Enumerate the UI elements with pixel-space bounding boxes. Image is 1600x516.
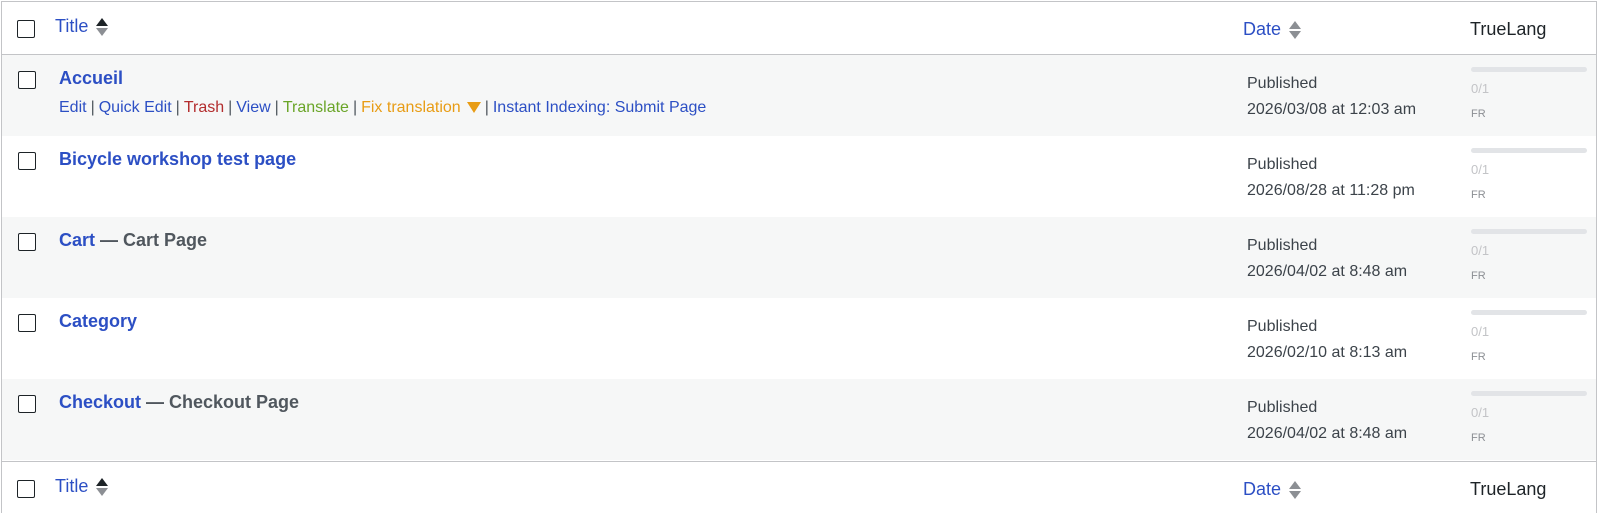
instant-indexing-link[interactable]: Instant Indexing: Submit Page: [493, 99, 706, 116]
translation-progress-bar: [1471, 391, 1587, 396]
sort-arrows-icon: [96, 477, 109, 496]
separator: |: [175, 99, 180, 116]
page-title-link[interactable]: Bicycle workshop test page: [59, 149, 296, 169]
pages-list-table: Title Date TrueLang Accueil Edit | Quick E…: [1, 1, 1597, 514]
translation-count: 0/1: [1471, 324, 1490, 339]
page-title-link[interactable]: Accueil: [59, 68, 123, 88]
publish-status: Published: [1247, 318, 1318, 335]
page-title-link[interactable]: Checkout: [59, 392, 141, 412]
translation-count: 0/1: [1471, 405, 1490, 420]
title-column-sort[interactable]: Title: [55, 16, 109, 37]
truelang-column-label: TrueLang: [1470, 479, 1547, 499]
trash-link[interactable]: Trash: [184, 99, 224, 116]
row-title: Category: [59, 311, 137, 332]
date-cell: Published 2026/02/10 at 8:13 am: [1247, 314, 1407, 366]
truelang-cell: 0/1 FR: [1471, 391, 1589, 444]
publish-status: Published: [1247, 75, 1318, 92]
separator: |: [484, 99, 489, 116]
truelang-cell: 0/1 FR: [1471, 67, 1589, 120]
publish-date: 2026/04/02 at 8:48 am: [1247, 263, 1408, 280]
truelang-cell: 0/1 FR: [1471, 229, 1589, 282]
row-checkbox[interactable]: [18, 71, 36, 89]
translate-link[interactable]: Translate: [283, 99, 349, 116]
date-column-label: Date: [1243, 19, 1282, 39]
select-all-checkbox[interactable]: [17, 480, 35, 498]
separator: |: [90, 99, 95, 116]
row-checkbox[interactable]: [18, 152, 36, 170]
row-title: Accueil: [59, 68, 123, 89]
language-code: FR: [1471, 432, 1486, 444]
table-header: Title Date TrueLang: [2, 2, 1596, 55]
title-column-label: Title: [55, 16, 89, 36]
translation-progress-bar: [1471, 310, 1587, 315]
publish-date: 2026/03/08 at 12:03 am: [1247, 101, 1417, 118]
view-link[interactable]: View: [236, 99, 270, 116]
date-cell: Published 2026/03/08 at 12:03 am: [1247, 71, 1416, 123]
sort-arrows-icon: [1289, 480, 1302, 499]
separator: |: [274, 99, 279, 116]
table-row: Cart — Cart Page Published 2026/04/02 at…: [2, 217, 1596, 298]
fix-translation-label: Fix translation: [361, 99, 461, 116]
page-state-label: — Checkout Page: [146, 392, 300, 412]
language-code: FR: [1471, 108, 1486, 120]
dropdown-triangle-icon: [466, 102, 481, 113]
date-cell: Published 2026/04/02 at 8:48 am: [1247, 395, 1407, 447]
translation-progress-bar: [1471, 229, 1587, 234]
language-code: FR: [1471, 189, 1486, 201]
publish-status: Published: [1247, 237, 1318, 254]
table-footer: Title Date TrueLang: [2, 461, 1596, 514]
date-column-sort[interactable]: Date: [1243, 19, 1302, 40]
row-checkbox[interactable]: [18, 233, 36, 251]
sort-arrows-icon: [96, 17, 109, 36]
date-cell: Published 2026/08/28 at 11:28 pm: [1247, 152, 1415, 204]
row-title: Cart — Cart Page: [59, 230, 207, 251]
row-checkbox[interactable]: [18, 395, 36, 413]
translation-count: 0/1: [1471, 243, 1490, 258]
translation-progress-bar: [1471, 67, 1587, 72]
publish-status: Published: [1247, 156, 1318, 173]
separator: |: [352, 99, 358, 116]
publish-date: 2026/08/28 at 11:28 pm: [1247, 182, 1415, 199]
row-title: Bicycle workshop test page: [59, 149, 296, 170]
table-row: Bicycle workshop test page Published 202…: [2, 136, 1596, 217]
row-title: Checkout — Checkout Page: [59, 392, 299, 413]
row-actions: Edit | Quick Edit | Trash | View | Translate | Fix…: [59, 99, 706, 117]
translation-count: 0/1: [1471, 81, 1490, 96]
truelang-cell: 0/1 FR: [1471, 310, 1589, 363]
page-title-link[interactable]: Cart: [59, 230, 95, 250]
fix-translation-link[interactable]: Fix translation: [361, 99, 481, 116]
publish-date: 2026/04/02 at 8:48 am: [1247, 425, 1408, 442]
table-row: Checkout — Checkout Page Published 2026/…: [2, 379, 1596, 460]
sort-arrows-icon: [1289, 20, 1302, 39]
row-checkbox[interactable]: [18, 314, 36, 332]
publish-status: Published: [1247, 399, 1318, 416]
edit-link[interactable]: Edit: [59, 99, 87, 116]
language-code: FR: [1471, 351, 1486, 363]
date-cell: Published 2026/04/02 at 8:48 am: [1247, 233, 1407, 285]
language-code: FR: [1471, 270, 1486, 282]
date-column-label: Date: [1243, 479, 1282, 499]
page-title-link[interactable]: Category: [59, 311, 137, 331]
truelang-column-label: TrueLang: [1470, 19, 1547, 39]
translation-progress-bar: [1471, 148, 1587, 153]
publish-date: 2026/02/10 at 8:13 am: [1247, 344, 1408, 361]
translation-count: 0/1: [1471, 162, 1490, 177]
page-state-label: — Cart Page: [100, 230, 208, 250]
title-column-label: Title: [55, 476, 89, 496]
table-row: Category Published 2026/02/10 at 8:13 am…: [2, 298, 1596, 379]
date-column-sort[interactable]: Date: [1243, 479, 1302, 500]
truelang-cell: 0/1 FR: [1471, 148, 1589, 201]
separator: |: [228, 99, 233, 116]
title-column-sort[interactable]: Title: [55, 476, 109, 497]
select-all-checkbox[interactable]: [17, 20, 35, 38]
quick-edit-link[interactable]: Quick Edit: [99, 99, 172, 116]
table-row: Accueil Edit | Quick Edit | Trash | View | Trans…: [2, 55, 1596, 136]
